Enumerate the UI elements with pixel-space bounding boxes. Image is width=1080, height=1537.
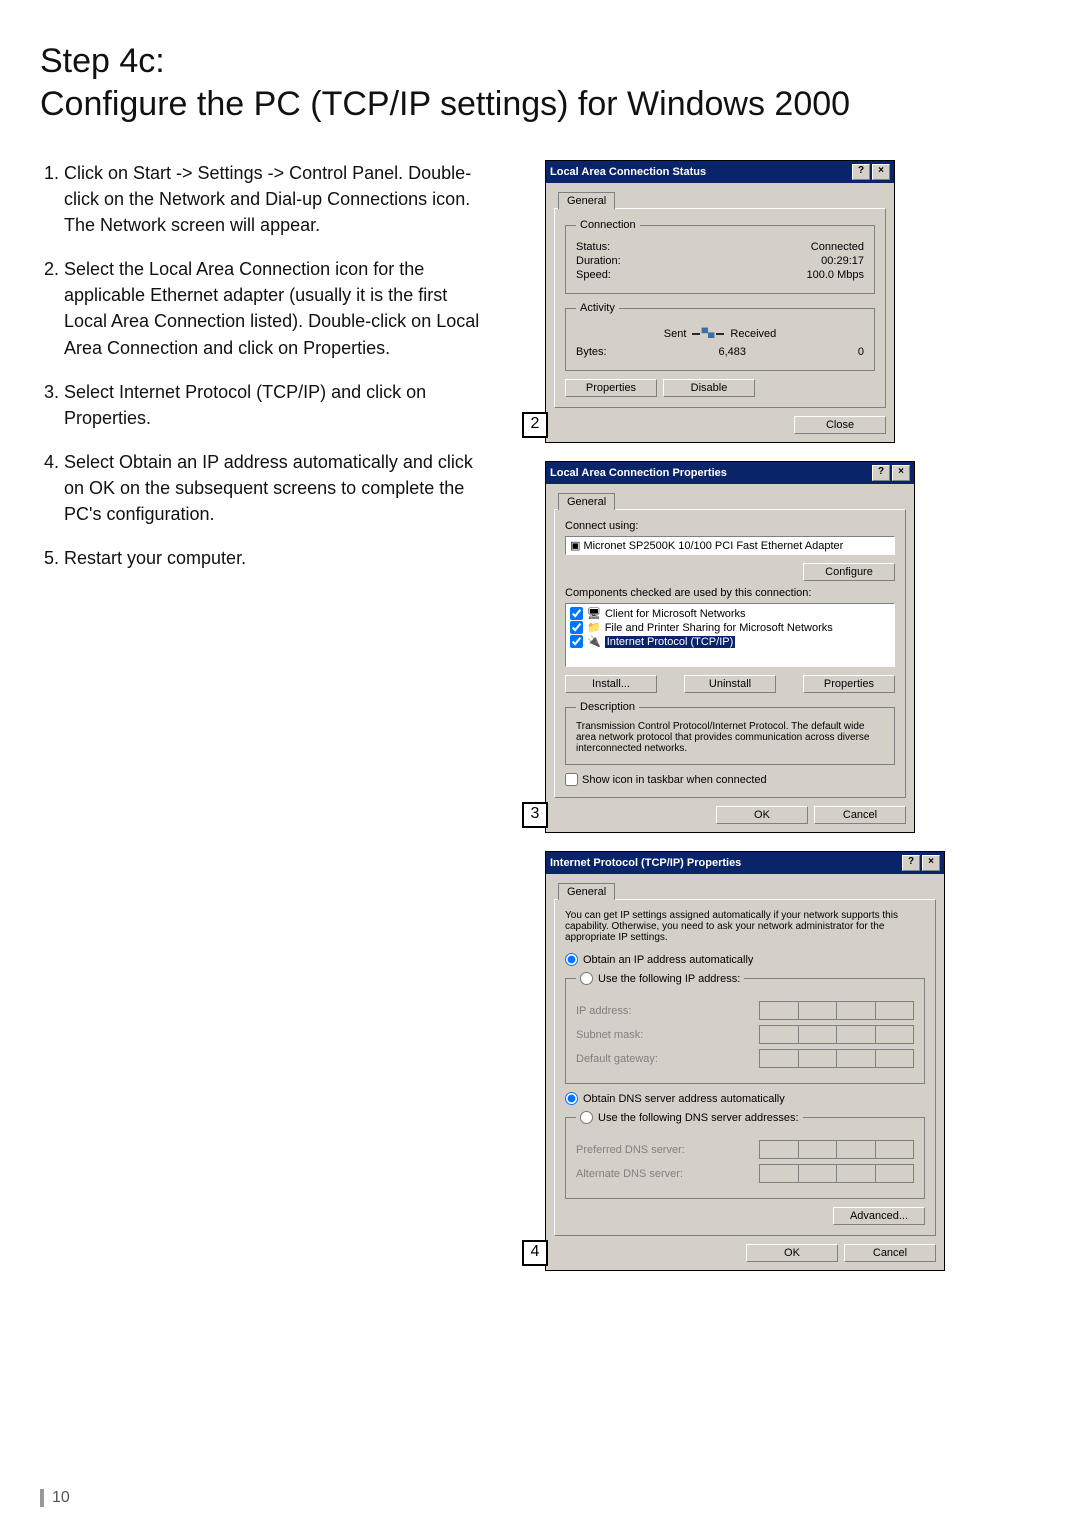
description-legend: Description [576,701,639,713]
preferred-dns-field [759,1140,914,1159]
bytes-received: 0 [858,346,864,358]
ok-button[interactable]: OK [746,1244,838,1262]
subnet-mask-field [759,1025,914,1044]
alternate-dns-field [759,1164,914,1183]
disable-button[interactable]: Disable [663,379,755,397]
cancel-button[interactable]: Cancel [814,806,906,824]
obtain-ip-label: Obtain an IP address automatically [583,954,753,966]
item-client: Client for Microsoft Networks [605,608,746,620]
item-fileprint: File and Printer Sharing for Microsoft N… [605,622,833,634]
page-title: Step 4c: Configure the PC (TCP/IP settin… [40,40,1040,125]
share-icon: 📁 [587,621,601,634]
dialog-title: Internet Protocol (TCP/IP) Properties [550,857,900,869]
ip-address-label: IP address: [576,1005,749,1017]
help-icon[interactable]: ? [872,465,890,481]
uninstall-button[interactable]: Uninstall [684,675,776,693]
subnet-mask-label: Subnet mask: [576,1029,749,1041]
status-label: Status: [576,241,610,253]
close-icon[interactable]: × [892,465,910,481]
nic-icon: ▣ [570,540,583,552]
received-label: Received [730,328,776,340]
ok-button[interactable]: OK [716,806,808,824]
chk-client[interactable] [570,607,583,620]
connection-legend: Connection [576,219,640,231]
radio-use-dns[interactable] [580,1111,593,1124]
radio-use-ip[interactable] [580,972,593,985]
status-value: Connected [811,241,864,253]
callout-4: 4 [522,1240,548,1266]
cancel-button[interactable]: Cancel [844,1244,936,1262]
use-dns-label: Use the following DNS server addresses: [598,1112,799,1124]
help-icon[interactable]: ? [902,855,920,871]
chk-show-icon[interactable] [565,773,578,786]
dialog-title: Local Area Connection Status [550,166,850,178]
close-button[interactable]: Close [794,416,886,434]
duration-label: Duration: [576,255,621,267]
chk-fileprint[interactable] [570,621,583,634]
properties-button[interactable]: Properties [565,379,657,397]
ip-address-field [759,1001,914,1020]
tab-general[interactable]: General [558,192,615,209]
advanced-button[interactable]: Advanced... [833,1207,925,1225]
bytes-label: Bytes: [576,346,607,358]
preferred-dns-label: Preferred DNS server: [576,1144,749,1156]
alternate-dns-label: Alternate DNS server: [576,1168,749,1180]
gateway-field [759,1049,914,1068]
gateway-label: Default gateway: [576,1053,749,1065]
connection-status-dialog: Local Area Connection Status ? × General… [545,160,895,443]
close-icon[interactable]: × [922,855,940,871]
help-icon[interactable]: ? [852,164,870,180]
chk-tcpip[interactable] [570,635,583,648]
components-list[interactable]: 🖥 Client for Microsoft Networks 📁 File and… [565,603,895,667]
adapter-field: ▣ Micronet SP2500K 10/100 PCI Fast Ether… [565,536,895,555]
bytes-sent: 6,483 [718,346,746,358]
use-ip-label: Use the following IP address: [598,973,740,985]
step-3: Select Internet Protocol (TCP/IP) and cl… [64,379,485,431]
properties-button[interactable]: Properties [803,675,895,693]
step-2: Select the Local Area Connection icon fo… [64,256,485,360]
intro-text: You can get IP settings assigned automat… [565,910,925,943]
radio-obtain-ip[interactable] [565,953,578,966]
description-text: Transmission Control Protocol/Internet P… [576,721,884,754]
components-label: Components checked are used by this conn… [565,587,895,599]
tab-general[interactable]: General [558,883,615,900]
step-5: Restart your computer. [64,545,485,571]
duration-value: 00:29:17 [821,255,864,267]
instruction-list: Click on Start -> Settings -> Control Pa… [40,160,485,571]
show-icon-label: Show icon in taskbar when connected [582,774,767,786]
callout-2: 2 [522,412,548,438]
tcpip-properties-dialog: Internet Protocol (TCP/IP) Properties ? … [545,851,945,1271]
connection-properties-dialog: Local Area Connection Properties ? × Gen… [545,461,915,833]
sent-label: Sent [664,328,687,340]
configure-button[interactable]: Configure [803,563,895,581]
step-4: Select Obtain an IP address automaticall… [64,449,485,527]
install-button[interactable]: Install... [565,675,657,693]
protocol-icon: 🔌 [587,635,601,648]
speed-label: Speed: [576,269,611,281]
page-number: 10 [40,1489,70,1507]
callout-3: 3 [522,802,548,828]
obtain-dns-label: Obtain DNS server address automatically [583,1093,785,1105]
close-icon[interactable]: × [872,164,890,180]
tab-general[interactable]: General [558,493,615,510]
computer-icon: 🖥 [587,607,601,620]
speed-value: 100.0 Mbps [807,269,864,281]
step-1: Click on Start -> Settings -> Control Pa… [64,160,485,238]
radio-obtain-dns[interactable] [565,1092,578,1105]
dialog-title: Local Area Connection Properties [550,467,870,479]
activity-legend: Activity [576,302,619,314]
connect-using-label: Connect using: [565,520,895,532]
item-tcpip: Internet Protocol (TCP/IP) [605,636,736,648]
adapter-name: Micronet SP2500K 10/100 PCI Fast Etherne… [583,540,843,552]
activity-icon [692,324,724,344]
